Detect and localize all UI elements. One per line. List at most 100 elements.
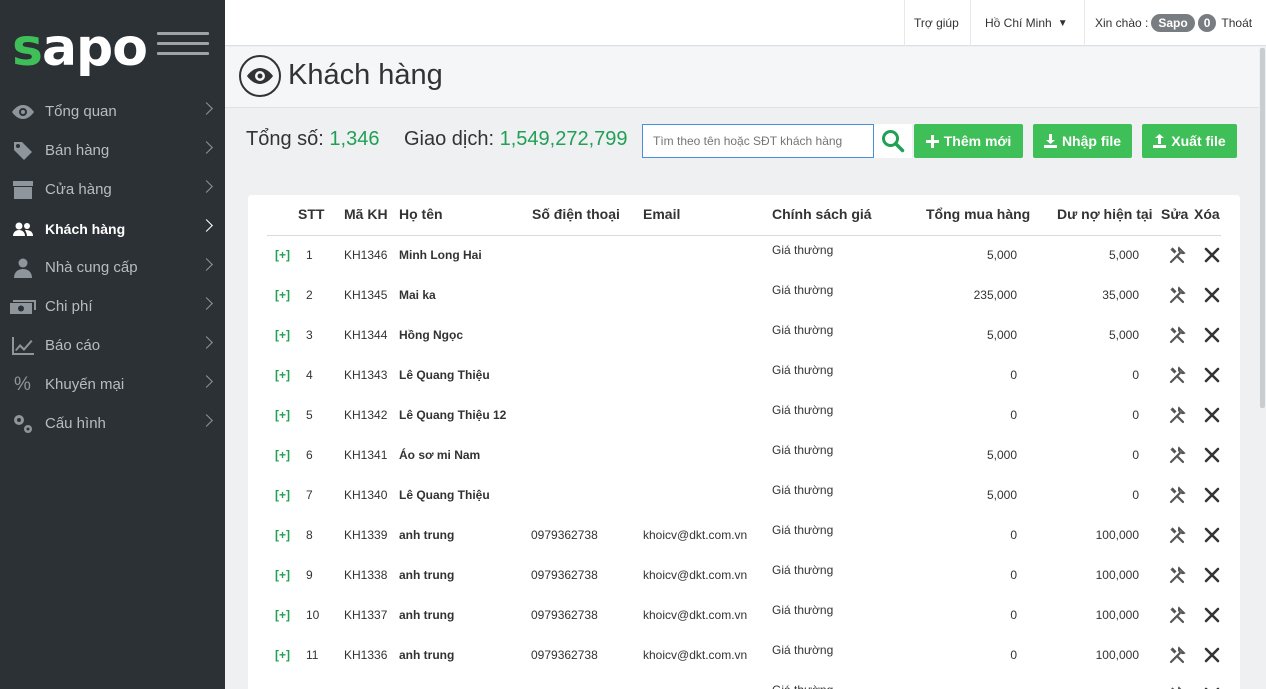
expand-row-toggle[interactable]: [+] <box>275 448 290 462</box>
delete-close-icon[interactable] <box>1202 405 1222 425</box>
cell-policy: Giá thường <box>772 523 834 537</box>
sapo-logo[interactable]: sapo <box>12 20 148 76</box>
add-customer-button[interactable]: Thêm mới <box>914 124 1023 158</box>
logout-link[interactable]: Thoát <box>1221 16 1252 30</box>
cell-stt: 9 <box>306 568 313 582</box>
cell-stt: 8 <box>306 528 313 542</box>
sidebar-item-nha-cung-cap[interactable]: Nhà cung cấp <box>0 248 225 287</box>
table-row[interactable]: [+] 5 KH1342 Lê Quang Thiệu 12 Giá thường 0 0 <box>248 395 1240 435</box>
delete-close-icon[interactable] <box>1202 565 1222 585</box>
cell-total: 235,000 <box>973 288 1017 302</box>
table-row[interactable]: [+] 4 KH1343 Lê Quang Thiệu Giá thường 0 0 <box>248 355 1240 395</box>
cell-name: anh trung <box>399 608 455 622</box>
table-row[interactable]: [+] 11 KH1336 anh trung 0979362738 khoicv@dkt… <box>248 635 1240 675</box>
header-total-purchase[interactable]: Tổng mua hàng <box>926 206 1030 222</box>
table-row[interactable]: [+] 3 KH1344 Hồng Ngọc Giá thường 5,000 5,000 <box>248 315 1240 355</box>
edit-tools-icon[interactable] <box>1168 405 1188 425</box>
user-badge[interactable]: Sapo <box>1151 14 1195 32</box>
header-email[interactable]: Email <box>643 206 680 222</box>
delete-close-icon[interactable] <box>1202 245 1222 265</box>
edit-tools-icon[interactable] <box>1168 605 1188 625</box>
total-label: Tổng số: <box>246 128 324 150</box>
table-row[interactable]: [+] 8 KH1339 anh trung 0979362738 khoicv@dkt.… <box>248 515 1240 555</box>
greeting-text: Xin chào : <box>1095 16 1149 30</box>
edit-tools-icon[interactable] <box>1168 285 1188 305</box>
cell-debt: 100,000 <box>1095 568 1139 582</box>
cell-debt: 100,000 <box>1095 608 1139 622</box>
sidebar-item-bao-cao[interactable]: Báo cáo <box>0 326 225 365</box>
edit-tools-icon[interactable] <box>1168 565 1188 585</box>
expand-row-toggle[interactable]: [+] <box>275 368 290 382</box>
notification-badge[interactable]: 0 <box>1197 14 1217 32</box>
delete-close-icon[interactable] <box>1202 445 1222 465</box>
scrollbar-thumb[interactable] <box>1260 48 1265 408</box>
header-stt[interactable]: STT <box>298 206 324 222</box>
cell-stt: 10 <box>306 608 320 622</box>
export-file-button[interactable]: Xuất file <box>1142 124 1237 158</box>
cell-debt: 0 <box>1132 448 1139 462</box>
chevron-right-icon <box>200 180 213 193</box>
edit-tools-icon[interactable] <box>1168 365 1188 385</box>
expand-row-toggle[interactable]: [+] <box>275 288 290 302</box>
delete-close-icon[interactable] <box>1202 645 1222 665</box>
sidebar-nav: Tổng quan Bán hàng Cửa hàng Khách hàng N… <box>0 92 225 443</box>
search-input[interactable] <box>642 124 874 158</box>
location-dropdown[interactable]: Hồ Chí Minh ▼ <box>985 0 1068 46</box>
import-file-button[interactable]: Nhập file <box>1033 124 1132 158</box>
expand-row-toggle[interactable]: [+] <box>275 528 290 542</box>
expand-row-toggle[interactable]: [+] <box>275 408 290 422</box>
chevron-right-icon <box>200 414 213 427</box>
header-customer-code[interactable]: Mã KH <box>344 206 388 222</box>
cell-stt: 1 <box>306 248 313 262</box>
header-phone[interactable]: Số điện thoại <box>532 206 620 222</box>
header-price-policy[interactable]: Chính sách giá <box>772 206 872 222</box>
sidebar-item-tong-quan[interactable]: Tổng quan <box>0 92 225 131</box>
delete-close-icon[interactable] <box>1202 325 1222 345</box>
delete-close-icon[interactable] <box>1202 605 1222 625</box>
edit-tools-icon[interactable] <box>1168 685 1188 689</box>
table-row[interactable]: [+] 1 KH1346 Minh Long Hai Giá thường 5,000 5,… <box>248 235 1240 275</box>
plus-icon <box>925 134 939 148</box>
table-row[interactable]: [+]Giá thường <box>248 675 1240 689</box>
expand-row-toggle[interactable]: [+] <box>275 488 290 502</box>
edit-tools-icon[interactable] <box>1168 445 1188 465</box>
edit-tools-icon[interactable] <box>1168 645 1188 665</box>
edit-tools-icon[interactable] <box>1168 525 1188 545</box>
menu-toggle-icon[interactable] <box>157 32 209 66</box>
delete-close-icon[interactable] <box>1202 285 1222 305</box>
expand-row-toggle[interactable]: [+] <box>275 248 290 262</box>
delete-close-icon[interactable] <box>1202 525 1222 545</box>
cell-email: khoicv@dkt.com.vn <box>643 528 748 542</box>
delete-close-icon[interactable] <box>1202 685 1222 689</box>
sidebar-item-khach-hang[interactable]: Khách hàng <box>0 209 225 248</box>
sidebar-item-label: Chi phí <box>45 298 93 315</box>
sidebar-item-cua-hang[interactable]: Cửa hàng <box>0 170 225 209</box>
cell-code: KH1339 <box>344 528 388 542</box>
expand-row-toggle[interactable]: [+] <box>275 568 290 582</box>
search-button[interactable] <box>874 124 912 158</box>
cell-total: 5,000 <box>986 328 1017 342</box>
cell-debt: 5,000 <box>1108 248 1139 262</box>
table-row[interactable]: [+] 2 KH1345 Mai ka Giá thường 235,000 35,000 <box>248 275 1240 315</box>
edit-tools-icon[interactable] <box>1168 245 1188 265</box>
cell-name: Lê Quang Thiệu <box>399 488 490 502</box>
table-row[interactable]: [+] 6 KH1341 Áo sơ mi Nam Giá thường 5,000 0 <box>248 435 1240 475</box>
header-full-name[interactable]: Họ tên <box>399 206 443 222</box>
expand-row-toggle[interactable]: [+] <box>275 608 290 622</box>
cell-debt: 0 <box>1132 488 1139 502</box>
help-link[interactable]: Trợ giúp <box>914 0 959 46</box>
sidebar-item-khuyen-mai[interactable]: % Khuyến mại <box>0 365 225 404</box>
header-current-debt[interactable]: Dư nợ hiện tại <box>1057 206 1153 222</box>
sidebar-item-cau-hinh[interactable]: Cấu hình <box>0 404 225 443</box>
sidebar-item-ban-hang[interactable]: Bán hàng <box>0 131 225 170</box>
delete-close-icon[interactable] <box>1202 365 1222 385</box>
sidebar-item-chi-phi[interactable]: Chi phí <box>0 287 225 326</box>
table-row[interactable]: [+] 10 KH1337 anh trung 0979362738 khoicv@dkt… <box>248 595 1240 635</box>
table-row[interactable]: [+] 7 KH1340 Lê Quang Thiệu Giá thường 5,000 0 <box>248 475 1240 515</box>
table-row[interactable]: [+] 9 KH1338 anh trung 0979362738 khoicv@dkt.… <box>248 555 1240 595</box>
edit-tools-icon[interactable] <box>1168 325 1188 345</box>
expand-row-toggle[interactable]: [+] <box>275 328 290 342</box>
edit-tools-icon[interactable] <box>1168 485 1188 505</box>
delete-close-icon[interactable] <box>1202 485 1222 505</box>
expand-row-toggle[interactable]: [+] <box>275 648 290 662</box>
